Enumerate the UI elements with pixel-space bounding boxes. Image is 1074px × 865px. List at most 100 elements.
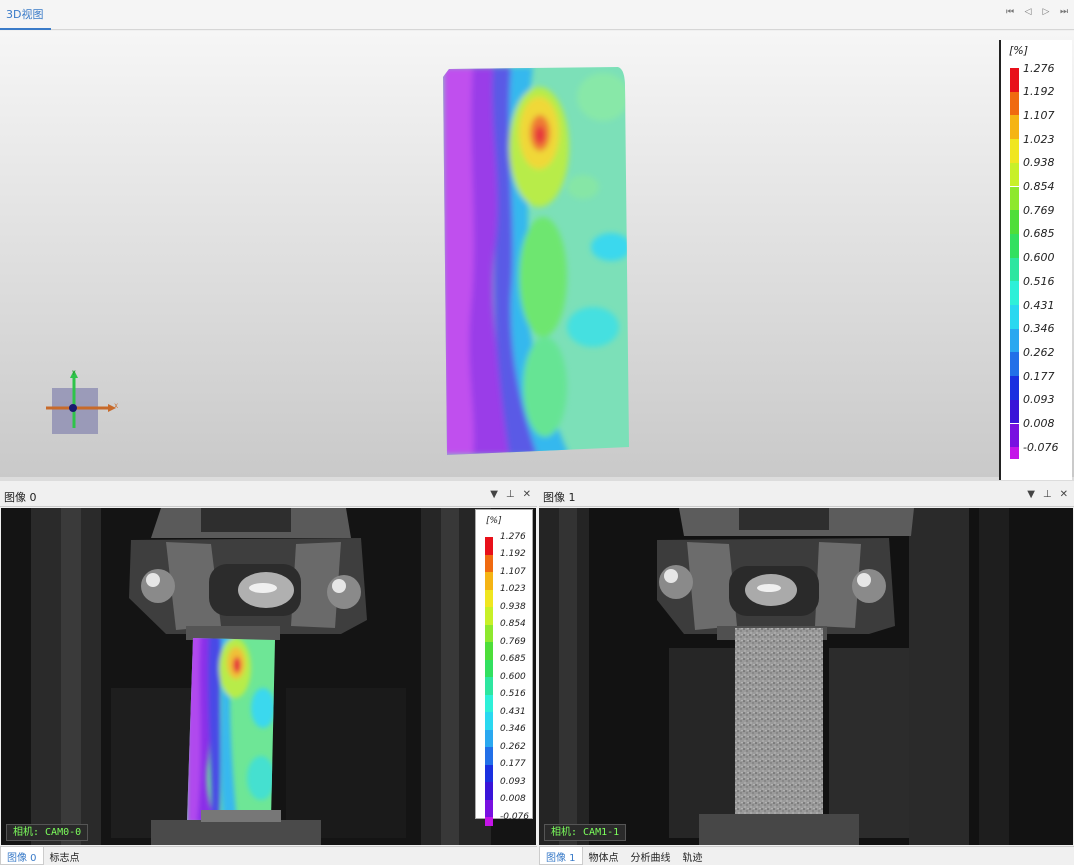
legend-label: 0.008 [500,794,526,804]
legend-swatch [485,607,493,625]
3d-viewport[interactable]: Y X [%] 1.276 1.192 1.107 1.023 0.938 0.854 0.7… [0,31,1074,481]
legend-swatch [485,589,493,607]
panel-title-image-0: 图像 0 ▼ ⊥ ✕ [0,485,537,507]
first-frame-button[interactable]: ⏮ [1004,6,1016,18]
close-icon[interactable]: ✕ [523,489,531,500]
legend-label: 0.093 [500,776,526,787]
legend-label: 0.262 [500,741,526,752]
legend-label: 1.023 [500,584,526,594]
strain-field-3d-specimen [443,67,629,455]
legend-swatch [485,659,493,677]
legend-swatch [485,747,493,765]
legend-label: 0.769 [500,636,526,647]
legend-swatch [1010,139,1019,163]
legend-label: -0.076 [500,811,530,822]
legend-swatch [485,712,493,730]
legend-swatch [485,729,493,747]
legend-swatch [485,537,493,555]
tab-trajectory[interactable]: 轨迹 [677,847,709,865]
legend-swatch [1010,281,1019,305]
legend-label: 0.685 [500,654,526,664]
camera-view-0[interactable]: [%] 1.276 1.192 1.107 1.023 0.938 0.854 0.769 0.… [1,508,536,845]
dropdown-icon[interactable]: ▼ [1027,489,1035,500]
axis-gizmo: Y X [46,370,118,434]
legend-swatch [1010,257,1019,282]
legend-label: 0.346 [1023,322,1055,336]
previous-frame-button[interactable]: ◁ [1022,6,1034,18]
legend-label: 0.431 [1023,298,1055,312]
top-tab-bar: 3D视图 ⏮ ◁ ▷ ⏭ [0,0,1074,30]
camera-label: 相机: CAM0-0 [6,824,89,841]
legend-label: 0.177 [500,759,526,769]
legend-swatch [1010,399,1019,424]
legend-label: 1.107 [500,566,526,577]
legend-label: -0.076 [1023,440,1059,454]
legend-swatch [1010,233,1019,258]
legend-label: 0.769 [1023,203,1055,217]
next-frame-button[interactable]: ▷ [1040,6,1052,18]
legend-swatch [1010,376,1019,400]
tab-object-points[interactable]: 物体点 [583,847,625,865]
legend-label: 0.938 [1023,156,1055,170]
camera-image-0 [1,508,536,845]
legend-swatch [485,764,493,782]
pin-icon[interactable]: ⊥ [506,489,515,500]
legend-swatch [1010,162,1019,187]
legend-label: 0.854 [1023,180,1055,193]
panel-title-image-1: 图像 1 ▼ ⊥ ✕ [539,485,1074,507]
legend-swatch [1010,352,1019,377]
legend-swatch [1010,115,1019,140]
legend-swatch [1010,423,1019,448]
legend-swatch [485,677,493,695]
tab-3d-view[interactable]: 3D视图 [0,0,52,30]
legend-label: 0.685 [1023,227,1055,241]
color-legend-image-0: [%] 1.276 1.192 1.107 1.023 0.938 0.854 0.769 0.… [475,509,533,826]
legend-label: 1.276 [1023,61,1055,75]
legend-label: 0.938 [500,601,526,612]
legend-label: 1.023 [1023,132,1055,146]
legend-label: 0.093 [1023,393,1055,407]
tab-image-0[interactable]: 图像 0 [0,847,44,865]
legend-label: 0.600 [1023,251,1055,265]
legend-swatch [485,554,493,572]
color-legend-3d: [%] 1.276 1.192 1.107 1.023 0.938 0.854 0.769 0.… [999,40,1072,480]
legend-label: 1.192 [500,549,526,559]
legend-swatch [1010,447,1019,460]
tab-analysis-curves[interactable]: 分析曲线 [625,847,677,865]
dropdown-icon[interactable]: ▼ [490,489,498,500]
tab-image-1[interactable]: 图像 1 [539,847,583,865]
legend-swatch [485,642,493,660]
camera-view-1[interactable]: 相机: CAM1-1 [539,508,1073,845]
tab-markers[interactable]: 标志点 [44,847,86,865]
legend-unit: [%] [486,516,502,526]
legend-label: 1.276 [500,531,526,542]
view-navigation: ⏮ ◁ ▷ ⏭ [1004,6,1070,18]
legend-swatch [1010,186,1019,211]
legend-label: 0.516 [1023,274,1055,288]
legend-swatch [485,572,493,590]
legend-swatch [1010,328,1019,353]
legend-swatch [485,694,493,712]
legend-label: 0.600 [500,671,526,682]
legend-swatch [485,624,493,642]
bottom-tabs-right: 图像 1 物体点 分析曲线 轨迹 [539,846,1074,865]
pin-icon[interactable]: ⊥ [1043,489,1052,500]
legend-label: 1.192 [1023,85,1055,99]
legend-label: 0.262 [1023,345,1055,359]
legend-label: 1.107 [1023,108,1055,122]
legend-swatch [1010,91,1019,116]
last-frame-button[interactable]: ⏭ [1058,6,1070,18]
legend-swatch [1010,305,1019,329]
panel-title-text: 图像 1 [543,491,576,504]
close-icon[interactable]: ✕ [1060,489,1068,500]
camera-label: 相机: CAM1-1 [544,824,627,841]
panel-title-text: 图像 0 [4,491,37,504]
legend-label: 0.346 [500,724,526,734]
legend-swatch [485,782,493,800]
legend-label: 0.431 [500,706,526,717]
legend-swatch [485,799,493,817]
x-axis-label: X [114,403,118,410]
legend-swatch [1010,68,1019,92]
legend-label: 0.177 [1023,369,1055,383]
legend-unit: [%] [1009,44,1029,57]
